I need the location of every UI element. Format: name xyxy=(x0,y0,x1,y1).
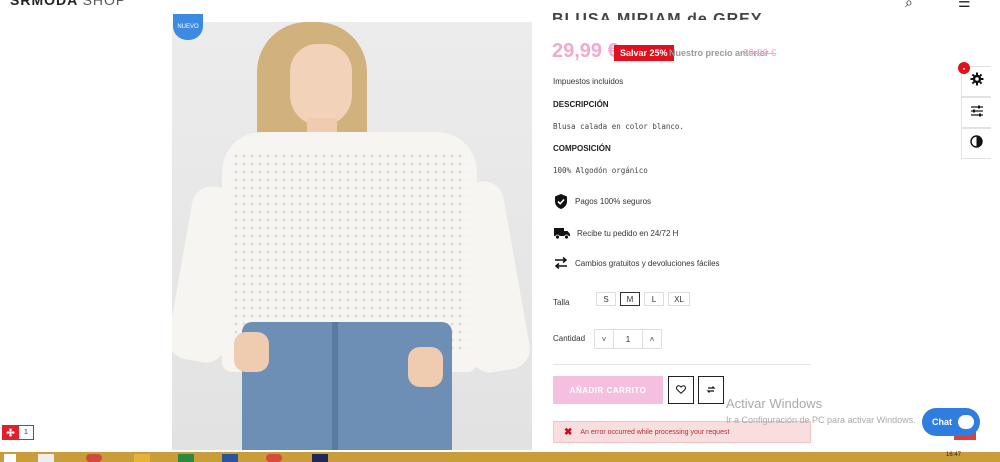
chat-button[interactable]: Chat xyxy=(922,408,980,436)
wishlist-button[interactable] xyxy=(668,376,694,404)
file-explorer-icon[interactable] xyxy=(38,454,54,462)
error-icon: ✖ xyxy=(564,426,573,438)
size-label: Talla xyxy=(553,298,570,307)
document-icon[interactable] xyxy=(222,454,238,462)
previous-price: 39,99 € xyxy=(743,48,777,59)
logo-brand: SRMODA xyxy=(10,0,78,8)
gear-icon xyxy=(970,72,984,91)
product-image[interactable] xyxy=(172,22,532,450)
page: { "header": { "logo_brand": "SRMODA", "l… xyxy=(0,0,1000,462)
feature-label: Recibe tu pedido en 24/72 H xyxy=(577,228,679,238)
add-to-cart-button[interactable]: AÑADIR CARRITO xyxy=(553,376,663,404)
feature-secure-payment: Pagos 100% seguros xyxy=(553,193,651,210)
compare-arrows-icon xyxy=(706,381,716,399)
composition-heading: COMPOSICIÓN xyxy=(553,144,611,153)
counter-value: 1 xyxy=(18,425,34,440)
compare-button[interactable] xyxy=(698,376,724,404)
feature-label: Pagos 100% seguros xyxy=(575,197,652,206)
feature-returns: Cambios gratuitos y devoluciones fáciles xyxy=(553,256,720,270)
filters-tool-button[interactable] xyxy=(961,97,991,128)
size-option-l[interactable]: L xyxy=(644,292,664,306)
truck-icon xyxy=(553,226,571,240)
new-badge: NUEVO xyxy=(173,14,203,40)
feature-delivery: Recibe tu pedido en 24/72 H xyxy=(553,226,678,240)
taskbar-clock: 16:47 xyxy=(946,452,962,458)
chat-label: Chat xyxy=(932,417,952,427)
quantity-input[interactable]: 1 xyxy=(613,330,643,348)
divider xyxy=(553,364,811,365)
hot-badge-icon: ● xyxy=(958,62,970,74)
heart-icon xyxy=(676,381,686,399)
app-icon[interactable] xyxy=(312,454,328,462)
folder-icon[interactable] xyxy=(134,454,150,462)
floating-counter[interactable]: 1 xyxy=(2,425,34,440)
feature-label: Cambios gratuitos y devoluciones fáciles xyxy=(575,258,720,268)
activation-watermark-subtitle: Ir a Configuración de PC para activar Wi… xyxy=(726,415,916,425)
menu-icon[interactable]: ☰ xyxy=(958,0,971,11)
contrast-tool-button[interactable] xyxy=(961,128,991,159)
spreadsheet-icon[interactable] xyxy=(178,454,194,462)
activation-watermark-title: Activar Windows xyxy=(726,396,823,411)
error-message: An error occurred while processing your … xyxy=(580,428,730,436)
quantity-stepper: ˅ 1 ˄ xyxy=(594,329,662,349)
logo-suffix: SHOP xyxy=(82,0,127,8)
search-icon[interactable]: ⌕ xyxy=(905,0,913,11)
side-toolbar xyxy=(961,66,991,159)
discount-badge: Salvar 25% xyxy=(614,45,674,61)
description-heading: DESCRIPCIÓN xyxy=(553,100,609,109)
sliders-icon xyxy=(970,104,984,122)
quantity-label: Cantidad xyxy=(553,334,586,343)
size-option-s[interactable]: S xyxy=(596,292,616,306)
size-option-xl[interactable]: XL xyxy=(668,292,690,306)
browser-icon[interactable] xyxy=(86,454,102,462)
chat-bubble-icon xyxy=(958,415,974,429)
flower-icon xyxy=(2,425,18,440)
size-option-m[interactable]: M xyxy=(620,292,640,306)
contrast-icon xyxy=(970,134,983,153)
site-logo[interactable]: SRMODA SHOP xyxy=(10,0,126,8)
swap-arrows-icon xyxy=(553,256,569,270)
start-icon[interactable] xyxy=(4,454,16,462)
shield-check-icon xyxy=(553,193,569,210)
quantity-decrement-button[interactable]: ˅ xyxy=(595,330,613,348)
quantity-increment-button[interactable]: ˄ xyxy=(643,330,661,348)
description-text: Blusa calada en color blanco. xyxy=(553,122,684,131)
product-price: 29,99 € xyxy=(552,40,619,62)
chrome-icon[interactable] xyxy=(266,454,282,462)
composition-text: 100% Algodón orgánico xyxy=(553,166,648,175)
windows-taskbar xyxy=(0,452,1000,462)
tax-note: Impuestos incluidos xyxy=(553,77,624,86)
product-title: BLUSA MIRIAM de GREY xyxy=(552,11,763,20)
